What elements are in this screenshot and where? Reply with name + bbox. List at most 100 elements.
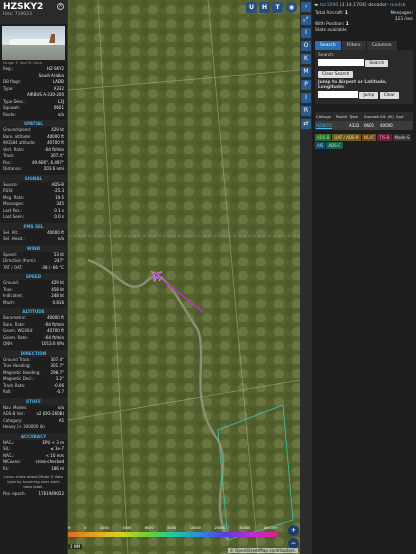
cell-type: A332 (349, 123, 360, 128)
map-button-t[interactable]: T (272, 2, 283, 13)
info-value: A5 (58, 417, 64, 423)
zoom-in-button[interactable]: + (288, 525, 299, 536)
tab-search[interactable]: Search (315, 41, 341, 50)
altitude-label: 2000 (99, 526, 109, 530)
side-button[interactable]: K (301, 54, 311, 64)
side-button[interactable]: O (301, 41, 311, 51)
source-filter-badge[interactable]: MLAT (361, 134, 377, 141)
section-title: ACCURACY (0, 432, 67, 440)
info-row: Last Seen: 0.0 s (0, 214, 67, 221)
side-button[interactable]: ⤢ (301, 15, 311, 25)
info-value: 186 m (51, 465, 64, 471)
messages-value: 323 /sec (394, 16, 413, 22)
pos-epoch-label: Pos. epoch: (3, 491, 26, 496)
collapse-icon[interactable]: ◂▸ (314, 3, 319, 8)
info-label: TAT / OAT: (3, 264, 23, 270)
table-header-cell[interactable]: Callsign (315, 112, 335, 121)
tab-filters[interactable]: Filters (341, 41, 366, 50)
section-title: SIGNAL (0, 174, 67, 182)
info-label: Rᴄ: (3, 465, 10, 471)
source-filter-badge[interactable]: ADS-C (326, 142, 344, 149)
table-header-cell[interactable]: Spd (395, 112, 405, 121)
info-value: n/a (57, 111, 64, 117)
map-attribution[interactable]: © OpenStreetMap contributors. (227, 548, 298, 553)
clear-jump-button[interactable]: Clear (379, 92, 399, 99)
info-row: TAT / OAT: -38 / -66 °C (0, 265, 67, 272)
cell-squawk: 0601 (364, 123, 375, 128)
table-row[interactable]: HZSKY2 A332 0601 40000 (315, 121, 413, 130)
hex-label: Hex: (3, 12, 14, 17)
decoder-link[interactable]: readsb (390, 3, 406, 8)
source-filter-badge[interactable]: TIS-B (377, 134, 392, 141)
map-button-u[interactable]: U (246, 2, 257, 13)
info-value: 1013.6 hPa (41, 341, 65, 346)
source-filter-badge[interactable]: Mode-S (392, 134, 412, 141)
jump-button[interactable]: Jump (359, 92, 379, 99)
altitude-label: 6000 (144, 526, 154, 530)
aircraft-silhouette (9, 39, 55, 45)
total-aircraft-value: 1 (344, 11, 348, 16)
version-link[interactable]: tar1090 (320, 3, 338, 8)
pos-epoch-row: Pos. epoch: 1761949022 (0, 491, 67, 498)
source-filters: ADS-B UAT / ADS-R MLAT TIS-B Mode-S AIS ADS-C (315, 134, 413, 150)
identity-rows: Reg.: HZ-SKY2 Saudi Arabia DB flags: LADD Typ… (0, 66, 67, 118)
layers-icon[interactable]: ◉ (286, 2, 297, 13)
section-title: STUFF (0, 397, 67, 405)
close-icon[interactable]: × (57, 3, 64, 10)
altitude-label: 40000+ (263, 526, 278, 530)
map-view[interactable]: U H T ◉ ft 0 2000 4000 6000 8000 10000 20000 300… (68, 0, 300, 554)
section-title: WIND (0, 244, 67, 252)
side-toolbar: ‹ ⤢ I O K M P I R ⇄ (300, 0, 312, 554)
table-header-cell[interactable]: Squawk (363, 112, 379, 121)
cell-speed (395, 121, 405, 130)
table-header-cell[interactable]: Type (348, 112, 363, 121)
with-position-value: 1 (345, 22, 349, 27)
source-filter-badge[interactable]: ADS-B (315, 134, 332, 141)
side-button[interactable]: M (301, 67, 311, 77)
info-row: Heavy (> 300000 lb) (0, 424, 67, 431)
info-value: -38 / -66 °C (40, 264, 64, 270)
map-layer[interactable] (68, 0, 300, 554)
cell-route (335, 121, 348, 130)
jump-input[interactable] (318, 91, 358, 98)
altitude-label: 10000 (189, 526, 201, 530)
table-header-cell[interactable]: Alt. (ft) (379, 112, 395, 121)
search-label: Search: (318, 53, 335, 58)
version-number: (3.14.1704) (339, 3, 367, 8)
info-value: n/a (57, 236, 64, 241)
cell-callsign[interactable]: HZSKY2 (315, 121, 335, 130)
search-button[interactable]: Search (365, 60, 389, 67)
aircraft-photo[interactable] (2, 26, 65, 60)
info-row: Roll: -0.7 (0, 389, 67, 396)
stats-available-link[interactable]: Stats available (315, 28, 347, 34)
table-header-cell[interactable]: Route (335, 112, 348, 121)
search-box: Search: Search Clear Search Jump to Airp… (315, 50, 413, 104)
side-button[interactable]: P (301, 80, 311, 90)
altitude-label: 8000 (167, 526, 177, 530)
info-value: 203.6 nmi (43, 166, 64, 171)
tab-columns[interactable]: Columns (366, 41, 397, 50)
info-label: Route: (3, 111, 16, 117)
side-button[interactable]: ⇄ (301, 119, 311, 129)
map-button-h[interactable]: H (259, 2, 270, 13)
side-button[interactable]: I (301, 28, 311, 38)
panel-header: HZSKY2 Hex: 719023 × (0, 0, 67, 24)
hex-value: 719023 (14, 12, 32, 17)
info-label: Mach: (3, 299, 15, 305)
clear-search-button[interactable]: Clear Search (318, 71, 354, 78)
aircraft-registration: HZSKY2 (3, 2, 44, 12)
source-filter-badge[interactable]: UAT / ADS-R (332, 134, 361, 141)
side-button[interactable]: ‹ (301, 2, 311, 12)
section-title: ALTITUDE (0, 308, 67, 315)
side-button[interactable]: R (301, 106, 311, 116)
decoder-label: decoder: (368, 3, 389, 8)
search-input[interactable] (318, 59, 364, 66)
panel-tabs: Search Filters Columns (315, 41, 413, 50)
table-header: Callsign Route Type Squawk Alt. (ft) Spd (315, 112, 413, 121)
source-filter-badge[interactable]: AIS (315, 142, 326, 149)
info-row: Sel. Head.: n/a (0, 236, 67, 243)
info-label: Roll: (3, 389, 12, 394)
jump-label: Jump to Airport or Latitude, Longitude: (318, 80, 387, 90)
total-aircraft-label: Total Aircraft: (315, 11, 344, 16)
side-button[interactable]: I (301, 93, 311, 103)
